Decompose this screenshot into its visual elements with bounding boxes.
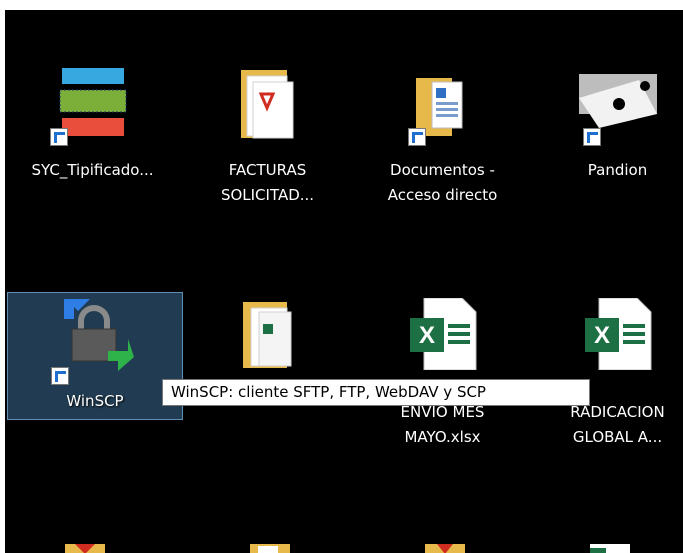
icon-label: WinSCP <box>66 392 124 410</box>
icon-label: Pandion <box>587 161 648 179</box>
svg-text:X: X <box>418 322 434 349</box>
svg-text:X: X <box>593 322 609 349</box>
excel-folder-icon <box>242 302 291 368</box>
desktop-icon-facturas-solicitad[interactable]: FACTURAS SOLICITAD... <box>180 50 355 204</box>
icon-label: Documentos - Acceso directo <box>387 161 498 204</box>
desktop-icon-partial-3[interactable] <box>355 530 530 553</box>
desktop: SYC_Tipificado... FACTURAS SOLICITAD... … <box>5 10 683 553</box>
desktop-icon-pandion[interactable]: Pandion <box>530 50 683 179</box>
desktop-icon-winscp[interactable]: WinSCP <box>7 292 183 420</box>
desktop-icon-documentos[interactable]: Documentos - Acceso directo <box>355 50 530 204</box>
pdf-folder-icon <box>240 70 293 139</box>
excel-file-icon <box>590 544 630 553</box>
folder-icon <box>425 544 465 553</box>
excel-file-icon: X <box>409 298 476 370</box>
desktop-icon-partial-4[interactable] <box>530 530 683 553</box>
folder-icon <box>250 544 290 553</box>
shortcut-arrow-icon <box>50 128 68 146</box>
desktop-icon-partial-2[interactable] <box>180 530 355 553</box>
icon-label: SYC_Tipificado... <box>31 161 154 179</box>
shortcut-arrow-icon <box>51 367 69 385</box>
desktop-icon-syc-tipificado[interactable]: SYC_Tipificado... <box>5 50 180 179</box>
desktop-icon-partial-1[interactable] <box>5 530 180 553</box>
folder-icon <box>65 544 105 553</box>
icon-label: ENVIO MES MAYO.xlsx <box>400 403 485 446</box>
icon-label: RADICACION GLOBAL A... <box>570 403 665 446</box>
excel-file-icon: X <box>584 298 651 370</box>
shortcut-arrow-icon <box>408 128 426 146</box>
shortcut-arrow-icon <box>583 128 601 146</box>
winscp-icon <box>64 299 134 371</box>
icon-label: FACTURAS SOLICITAD... <box>220 161 315 204</box>
winscp-tooltip: WinSCP: cliente SFTP, FTP, WebDAV y SCP <box>162 379 590 406</box>
